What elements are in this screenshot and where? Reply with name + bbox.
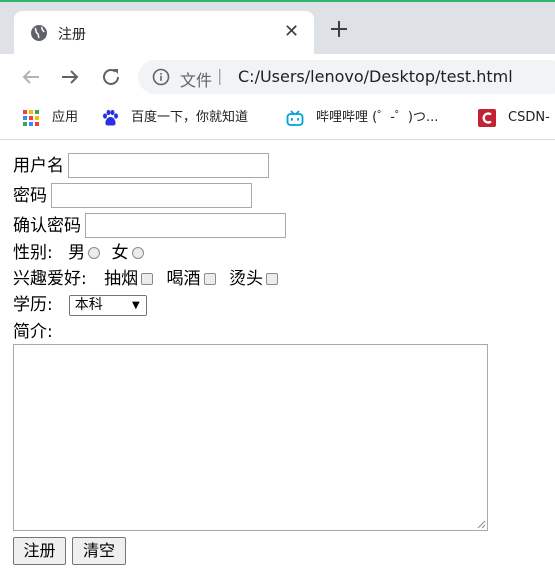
reset-button[interactable]: 清空 — [72, 537, 126, 565]
plus-icon[interactable] — [328, 18, 350, 40]
education-label: 学历: — [13, 295, 53, 315]
browser-toolbar: 文件 | C:/Users/lenovo/Desktop/test.html — [0, 54, 555, 100]
confirm-password-row: 确认密码 — [13, 213, 286, 238]
intro-textarea[interactable] — [13, 344, 488, 531]
csdn-logo-icon — [478, 109, 496, 127]
globe-icon — [31, 25, 47, 41]
hobby-perm-label: 烫头 — [228, 269, 263, 289]
address-bar[interactable]: 文件 | C:/Users/lenovo/Desktop/test.html — [138, 60, 555, 94]
forward-arrow-icon[interactable] — [58, 65, 82, 89]
education-select[interactable]: 本科 ▼ — [68, 294, 147, 316]
back-arrow-icon[interactable] — [19, 65, 43, 89]
register-button[interactable]: 注册 — [13, 537, 66, 565]
gender-label: 性别: — [13, 243, 53, 263]
bookmark-apps[interactable]: 应用 — [22, 109, 92, 129]
hobby-perm-checkbox[interactable] — [265, 273, 278, 285]
bilibili-tv-icon — [286, 110, 304, 126]
bookmark-label: 应用 — [52, 110, 79, 125]
gender-row: 性别: 男 女 — [13, 242, 150, 266]
bookmark-baidu[interactable]: 百度一下，你就知道 — [101, 109, 276, 129]
confirm-password-label: 确认密码 — [13, 215, 81, 236]
resize-handle-icon[interactable] — [476, 519, 486, 529]
url-separator: | — [217, 66, 223, 85]
password-row: 密码 — [13, 183, 252, 208]
education-row: 学历: 本科 ▼ — [13, 294, 147, 318]
gender-male-radio[interactable] — [88, 247, 101, 259]
education-selected-value: 本科 — [74, 296, 103, 313]
baidu-paw-icon — [103, 109, 118, 126]
gender-female-radio[interactable] — [131, 247, 144, 259]
hobby-smoke-label: 抽烟 — [104, 269, 139, 289]
browser-chrome: 注册 ✕ 文件 | C:/Users/lenovo/Desktop/test.h… — [0, 0, 555, 140]
dropdown-arrow-icon: ▼ — [132, 299, 140, 311]
hobby-row: 兴趣爱好: 抽烟 喝酒 烫头 — [13, 268, 286, 292]
bookmark-label: 哔哩哔哩 (゜-゜)つ... — [316, 110, 439, 125]
password-input[interactable] — [51, 183, 252, 208]
intro-label: 简介: — [13, 322, 53, 342]
page-content: 用户名 密码 确认密码 性别: 男 女 兴趣爱好: 抽烟 喝酒 烫头 学历: 本科… — [0, 141, 555, 577]
info-icon[interactable] — [152, 68, 170, 86]
hobby-drink-label: 喝酒 — [166, 269, 201, 289]
url-text[interactable]: C:/Users/lenovo/Desktop/test.html — [238, 67, 513, 86]
hobby-label: 兴趣爱好: — [13, 269, 87, 289]
password-label: 密码 — [13, 185, 47, 206]
apps-grid-icon — [23, 110, 39, 126]
tab-register[interactable]: 注册 ✕ — [14, 11, 314, 54]
bookmark-bilibili[interactable]: 哔哩哔哩 (゜-゜)つ... — [286, 109, 466, 129]
bookmarks-bar: 应用 百度一下，你就知道 哔哩哔哩 (゜-゜)つ... CSDN- — [0, 100, 555, 140]
username-label: 用户名 — [13, 155, 64, 176]
username-row: 用户名 — [13, 153, 269, 178]
username-input[interactable] — [68, 153, 269, 178]
tab-strip: 注册 ✕ — [0, 0, 555, 54]
bookmark-label: 百度一下，你就知道 — [131, 110, 249, 125]
gender-female-label: 女 — [111, 243, 129, 263]
hobby-drink-checkbox[interactable] — [203, 273, 216, 285]
confirm-password-input[interactable] — [85, 213, 286, 238]
reload-icon[interactable] — [99, 65, 123, 89]
intro-row: 简介: — [13, 321, 53, 345]
hobby-smoke-checkbox[interactable] — [141, 273, 154, 285]
gender-male-label: 男 — [68, 243, 86, 263]
url-scheme-label: 文件 — [180, 71, 213, 90]
tab-title: 注册 — [58, 27, 86, 43]
bookmark-label: CSDN- — [508, 110, 550, 125]
bookmark-csdn[interactable]: CSDN- — [478, 109, 555, 129]
close-icon[interactable]: ✕ — [284, 22, 299, 42]
